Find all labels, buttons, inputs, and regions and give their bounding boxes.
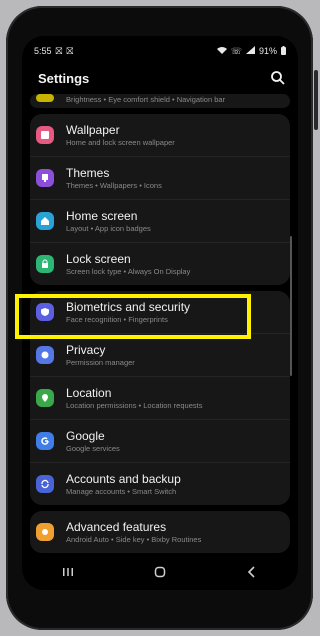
list-item-subtitle: Location permissions • Location requests: [66, 400, 203, 410]
privacy-icon: [36, 346, 54, 364]
list-item-title: Advanced features: [66, 519, 167, 534]
list-item-title: Wallpaper: [66, 122, 120, 137]
list-item-subtitle: Screen lock type • Always On Display: [66, 266, 191, 276]
list-item-subtitle: Google services: [66, 443, 120, 453]
star-gear-icon: [36, 523, 54, 541]
list-item-subtitle: Manage accounts • Smart Switch: [66, 486, 177, 496]
back-icon[interactable]: [232, 558, 272, 586]
list-item-privacy[interactable]: Privacy Permission manager: [30, 334, 290, 377]
list-item-title: Home screen: [66, 208, 138, 223]
wifi-icon: [216, 46, 227, 56]
settings-list: Brightness • Eye comfort shield • Naviga…: [30, 94, 290, 559]
list-item-title: Biometrics and security: [66, 299, 191, 314]
phone-screen: 5:55 ⛝ ⛝ ☏ 91% Settings Brightness • Eye…: [22, 36, 298, 590]
list-item-subtitle: Themes • Wallpapers • Icons: [66, 180, 162, 190]
notification-icon: ⛝: [66, 45, 74, 56]
list-item-title: Location: [66, 385, 112, 400]
list-item-biometrics[interactable]: Biometrics and security Face recognition…: [30, 291, 290, 334]
list-item-location[interactable]: Location Location permissions • Location…: [30, 377, 290, 420]
scrollbar[interactable]: [290, 236, 292, 376]
side-button: [314, 70, 318, 130]
settings-card: Biometrics and security Face recognition…: [30, 291, 290, 505]
list-item-subtitle: Home and lock screen wallpaper: [66, 137, 175, 147]
display-row-partial[interactable]: Brightness • Eye comfort shield • Naviga…: [30, 94, 290, 108]
list-item-subtitle: Face recognition • Fingerprints: [66, 314, 168, 324]
list-item-google[interactable]: Google Google services: [30, 420, 290, 463]
recents-icon[interactable]: [48, 558, 88, 586]
signal-icon: [245, 46, 255, 56]
list-item-advanced-features[interactable]: Advanced features Android Auto • Side ke…: [30, 511, 290, 553]
display-icon: [36, 94, 54, 102]
navigation-bar: [22, 554, 298, 590]
list-item-title: Lock screen: [66, 251, 131, 266]
status-bar: 5:55 ⛝ ⛝ ☏ 91%: [34, 44, 286, 58]
shield-icon: [36, 303, 54, 321]
home-icon: [36, 212, 54, 230]
list-item-accounts[interactable]: Accounts and backup Manage accounts • Sm…: [30, 463, 290, 505]
google-icon: [36, 432, 54, 450]
list-item-themes[interactable]: Themes Themes • Wallpapers • Icons: [30, 157, 290, 200]
location-icon: [36, 389, 54, 407]
list-item-subtitle: Brightness • Eye comfort shield • Naviga…: [66, 95, 226, 104]
list-item-subtitle: Layout • App icon badges: [66, 223, 151, 233]
settings-card: Advanced features Android Auto • Side ke…: [30, 511, 290, 553]
list-item-title: Privacy: [66, 342, 106, 357]
list-item-wallpaper[interactable]: Wallpaper Home and lock screen wallpaper: [30, 114, 290, 157]
list-item-title: Google: [66, 428, 105, 443]
app-header: Settings: [38, 66, 286, 90]
notification-icon: ⛝: [55, 45, 63, 56]
status-time: 5:55: [34, 46, 52, 56]
themes-icon: [36, 169, 54, 187]
call-icon: ☏: [230, 45, 242, 56]
list-item-title: Accounts and backup: [66, 471, 181, 486]
list-item-subtitle: Android Auto • Side key • Bixby Routines: [66, 534, 202, 544]
settings-card: Brightness • Eye comfort shield • Naviga…: [30, 94, 290, 108]
battery-percent: 91%: [258, 46, 277, 56]
sync-icon: [36, 475, 54, 493]
list-item-title: Themes: [66, 165, 110, 180]
home-icon[interactable]: [140, 558, 180, 586]
list-item-subtitle: Permission manager: [66, 357, 135, 367]
wallpaper-icon: [36, 126, 54, 144]
list-item-lock-screen[interactable]: Lock screen Screen lock type • Always On…: [30, 243, 290, 285]
search-icon[interactable]: [270, 70, 286, 86]
battery-icon: [281, 45, 286, 57]
list-item-home-screen[interactable]: Home screen Layout • App icon badges: [30, 200, 290, 243]
page-title: Settings: [38, 70, 90, 86]
settings-card: Wallpaper Home and lock screen wallpaper…: [30, 114, 290, 285]
lock-icon: [36, 255, 54, 273]
